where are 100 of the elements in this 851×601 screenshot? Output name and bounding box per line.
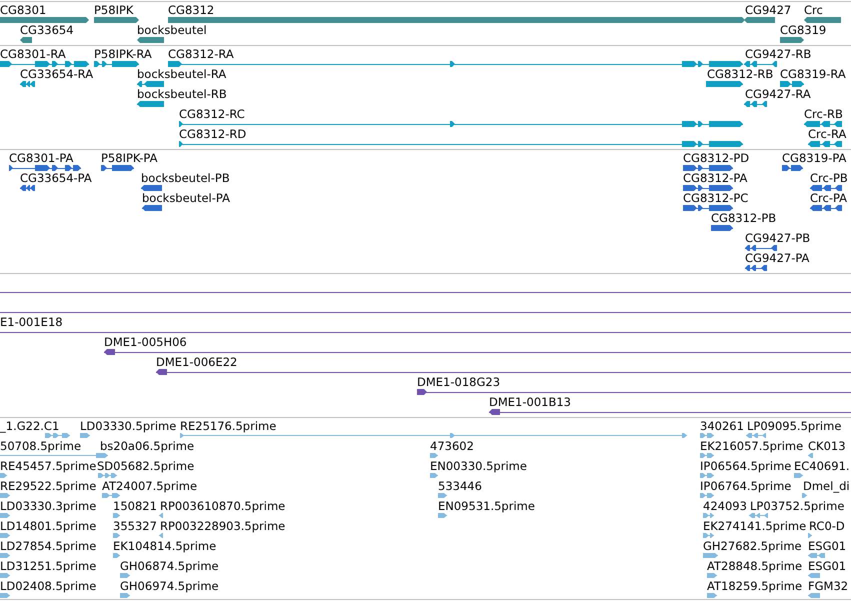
est-marker[interactable] [438,513,447,518]
est-marker[interactable] [438,493,447,498]
protein-model[interactable] [20,185,35,191]
protein-label: bocksbeutel-PA [142,191,230,205]
protein-model[interactable] [9,165,81,171]
transcript-model[interactable] [808,141,842,147]
est-marker[interactable] [707,573,717,578]
est-marker[interactable] [808,593,820,598]
transcript-label: CG8312-RC [179,107,245,121]
protein-label: CG8312-PC [683,191,748,205]
est-label: RC0-D [809,519,845,533]
protein-model[interactable] [810,205,842,211]
est-marker[interactable] [749,513,768,518]
est-marker[interactable] [808,533,812,538]
est-marker[interactable] [0,533,10,538]
clone-line[interactable] [0,309,851,315]
est-label: EN09531.5prime [438,499,535,513]
est-marker[interactable] [159,513,163,518]
est-marker[interactable] [707,593,717,598]
est-label: IP06764.5prime [700,479,792,493]
est-marker[interactable] [98,473,117,478]
est-marker[interactable] [0,573,10,578]
protein-model[interactable] [142,205,162,211]
transcript-model[interactable] [0,61,89,67]
est-marker[interactable] [0,593,10,598]
protein-model[interactable] [683,205,733,211]
transcript-model[interactable] [744,101,767,107]
protein-model[interactable] [711,225,733,231]
est-marker[interactable] [700,473,714,478]
protein-model[interactable] [683,185,733,191]
est-marker[interactable] [0,473,7,478]
est-marker[interactable] [703,533,714,538]
gene-arrow[interactable] [20,37,32,43]
transcript-model[interactable] [780,81,804,87]
protein-label: bocksbeutel-PB [141,171,230,185]
clone-line[interactable] [0,329,851,335]
est-marker[interactable] [113,553,120,558]
est-marker[interactable] [120,573,130,578]
est-marker[interactable] [45,433,70,438]
transcript-model[interactable] [179,121,743,127]
est-marker[interactable] [120,593,130,598]
est-marker[interactable] [794,473,803,478]
gene-arrow[interactable] [94,17,139,23]
transcript-model[interactable] [179,141,743,147]
transcript-model[interactable] [706,81,743,87]
est-marker[interactable] [808,553,825,558]
transcript-model[interactable] [744,61,777,67]
est-marker[interactable] [113,533,120,538]
est-marker[interactable] [102,493,120,498]
transcript-model[interactable] [94,61,139,67]
est-marker[interactable] [0,493,10,498]
est-marker[interactable] [700,493,714,498]
protein-model[interactable] [683,165,733,171]
est-label: LD02408.5prime [0,579,96,593]
est-label: LD14801.5prime [0,519,96,533]
est-marker[interactable] [159,533,163,538]
gene-arrow[interactable] [780,37,804,43]
gene-arrow[interactable] [804,17,841,23]
est-label: _1.G22.C1 [0,419,60,433]
est-marker[interactable] [808,573,820,578]
est-marker[interactable] [703,513,714,518]
transcript-label: CG8301-RA [0,47,66,61]
est-label: ESG01 [808,559,846,573]
est-marker[interactable] [430,453,438,458]
est-marker[interactable] [703,553,718,558]
protein-label: CG8312-PD [683,151,750,165]
est-marker[interactable] [0,513,10,518]
gene-arrow[interactable] [744,17,775,23]
est-marker[interactable] [0,553,10,558]
est-label: 424093 [703,499,747,513]
transcript-model[interactable] [20,81,35,87]
clone-line[interactable] [489,409,851,415]
est-marker[interactable] [700,453,714,458]
est-label: IP06564.5prime [700,459,792,473]
protein-label: CG8319-PA [782,151,846,165]
transcript-model[interactable] [137,81,164,87]
clone-line[interactable] [0,289,851,295]
est-marker[interactable] [746,433,766,438]
est-marker[interactable] [113,513,120,518]
est-label: LP09095.5prime [747,419,842,433]
clone-line[interactable] [156,369,851,375]
est-marker[interactable] [700,433,714,438]
protein-model[interactable] [745,245,777,251]
protein-model[interactable] [141,185,162,191]
clone-line[interactable] [104,349,851,355]
est-marker[interactable] [80,433,90,438]
gene-arrow[interactable] [137,37,164,43]
est-marker[interactable] [180,433,687,438]
protein-model[interactable] [101,165,134,171]
protein-model[interactable] [782,165,803,171]
est-label: LD31251.5prime [0,559,96,573]
est-marker[interactable] [808,453,813,458]
transcript-model[interactable] [137,101,164,107]
est-marker[interactable] [802,493,807,498]
transcript-model[interactable] [804,121,842,127]
protein-model[interactable] [810,185,842,191]
clone-line[interactable] [417,389,851,395]
est-marker[interactable] [430,473,438,478]
est-marker[interactable] [0,453,108,458]
protein-model[interactable] [745,265,767,271]
